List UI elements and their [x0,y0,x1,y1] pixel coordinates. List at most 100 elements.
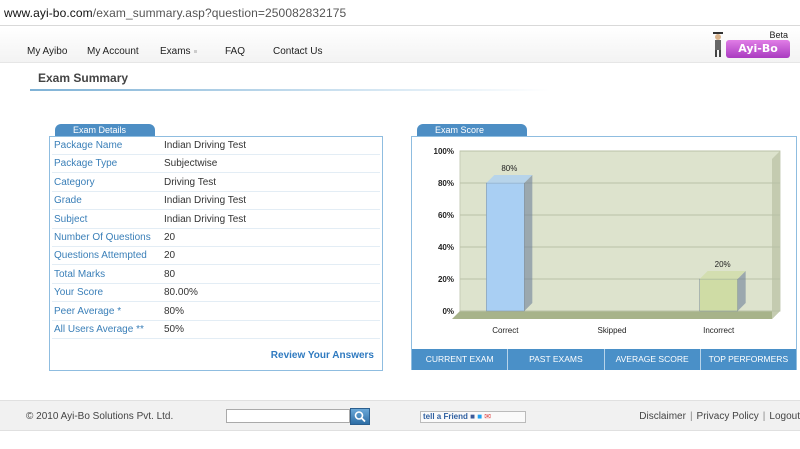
detail-value: 50% [164,324,185,335]
nav-label: Contact Us [273,46,323,57]
nav-label: Exams [160,46,191,57]
detail-value: Indian Driving Test [164,195,247,206]
detail-key: All Users Average ** [54,324,144,335]
review-answers-link[interactable]: Review Your Answers [271,350,374,361]
bar-value-label: 80% [501,164,517,173]
nav-label: My Account [87,46,139,57]
link-separator: | [689,411,693,422]
bar [486,182,525,312]
detail-key: Your Score [54,287,104,298]
score-chart: 0% 20% 40% 60% 80% 100% 80% Correct Skipped 20% In… [414,139,794,347]
search-icon [354,411,366,423]
x-category-label: Correct [492,326,519,335]
detail-value: 80% [164,306,185,317]
score-chart-svg: 0% 20% 40% 60% 80% 100% 80% Correct Skipped 20% In… [434,147,781,335]
y-tick-label: 60% [438,211,454,220]
detail-row: Grade Indian Driving Test [52,192,380,210]
footer: © 2010 Ayi-Bo Solutions Pvt. Ltd. tell a… [0,400,800,431]
copyright-text: © 2010 Ayi-Bo Solutions Pvt. Ltd. [26,411,174,422]
footer-links: Disclaimer | Privacy Policy | Logout [639,411,800,422]
detail-row: Total Marks 80 [52,266,380,284]
bar [699,278,738,312]
url-path: /exam_summary.asp?question=250082832175 [92,6,347,20]
ayibo-logo[interactable]: Beta Ayi-Bo [706,22,794,60]
nav-label: FAQ [225,46,246,57]
detail-key: Number Of Questions [54,232,151,243]
nav-label: My Ayibo [27,46,68,57]
mail-icon: ✉ [484,412,491,421]
detail-key: Category [54,177,95,188]
tell-a-friend-label: tell a Friend [423,412,468,421]
twitter-icon: ■ [477,412,483,421]
detail-value: Indian Driving Test [164,214,247,225]
y-tick-label: 80% [438,179,454,188]
detail-key: Total Marks [54,269,106,280]
top-nav: My Ayibo My Account Exams FAQ Contact Us [0,27,800,63]
score-tab-bar: CURRENT EXAM PAST EXAMS AVERAGE SCORE TO… [412,349,796,370]
footer-search-input[interactable] [226,409,350,423]
tell-a-friend-button[interactable]: tell a Friend ■ ■ ✉ [420,411,526,423]
exam-details-panel: Package Name Indian Driving Test Package … [49,136,383,371]
detail-key: Package Type [54,158,118,169]
detail-key: Questions Attempted [54,250,147,261]
address-bar[interactable]: www.ayi-bo.com/exam_summary.asp?question… [0,0,800,26]
tab-average-score[interactable]: AVERAGE SCORE [605,349,701,370]
graduate-figure-icon [713,32,723,57]
chart-floor [452,311,780,319]
detail-value: Subjectwise [164,158,218,169]
y-tick-label: 40% [438,243,454,252]
detail-key: Peer Average * [54,306,122,317]
bar-value-label: 20% [715,260,731,269]
detail-row: Peer Average * 80% [52,303,380,321]
detail-row: Your Score 80.00% [52,284,380,302]
logout-link[interactable]: Logout [769,411,800,422]
detail-row: Questions Attempted 20 [52,247,380,265]
detail-row: All Users Average ** 50% [52,321,380,339]
tab-past-exams[interactable]: PAST EXAMS [508,349,605,370]
tab-top-performers[interactable]: TOP PERFORMERS [701,349,796,370]
nav-faq[interactable]: FAQ [225,46,245,57]
y-tick-label: 0% [442,307,454,316]
y-tick-label: 20% [438,275,454,284]
detail-key: Subject [54,214,88,225]
detail-row: Package Type Subjectwise [52,155,380,173]
tab-current-exam[interactable]: CURRENT EXAM [412,349,509,370]
logo-text: Ayi-Bo [726,40,790,58]
detail-key: Grade [54,195,82,206]
y-tick-label: 100% [434,147,454,156]
detail-value: 80 [164,269,176,280]
exam-details-tab: Exam Details [55,124,155,136]
nav-my-account[interactable]: My Account [87,46,139,57]
detail-row: Category Driving Test [52,174,380,192]
facebook-icon: ■ [470,412,475,421]
beta-label: Beta [769,30,788,40]
detail-value: 20 [164,232,176,243]
nav-my-ayibo[interactable]: My Ayibo [27,46,67,57]
dropdown-dot-icon [193,49,197,53]
detail-row: Subject Indian Driving Test [52,211,380,229]
detail-value: Indian Driving Test [164,140,247,151]
chart-side-wall [772,151,780,319]
title-underline [30,89,550,91]
privacy-policy-link[interactable]: Privacy Policy [697,411,759,422]
exam-score-tab: Exam Score [417,124,527,136]
detail-key: Package Name [54,140,123,151]
page-title: Exam Summary [38,71,129,85]
detail-value: 20 [164,250,176,261]
url-text[interactable]: www.ayi-bo.com/exam_summary.asp?question… [4,6,346,20]
bar-side [524,175,533,311]
nav-exams[interactable]: Exams [160,46,197,57]
exam-score-panel: 0% 20% 40% 60% 80% 100% 80% Correct Skipped 20% In… [411,136,797,370]
link-separator: | [762,411,766,422]
nav-contact-us[interactable]: Contact Us [273,46,322,57]
bar-top [699,271,746,279]
bar-top [486,175,533,183]
detail-row: Number Of Questions 20 [52,229,380,247]
x-category-label: Skipped [598,326,627,335]
detail-value: 80.00% [164,287,198,298]
x-category-label: Incorrect [703,326,735,335]
detail-row: Package Name Indian Driving Test [52,137,380,155]
search-button[interactable] [350,408,370,425]
url-host: www.ayi-bo.com [4,6,93,20]
disclaimer-link[interactable]: Disclaimer [639,411,686,422]
